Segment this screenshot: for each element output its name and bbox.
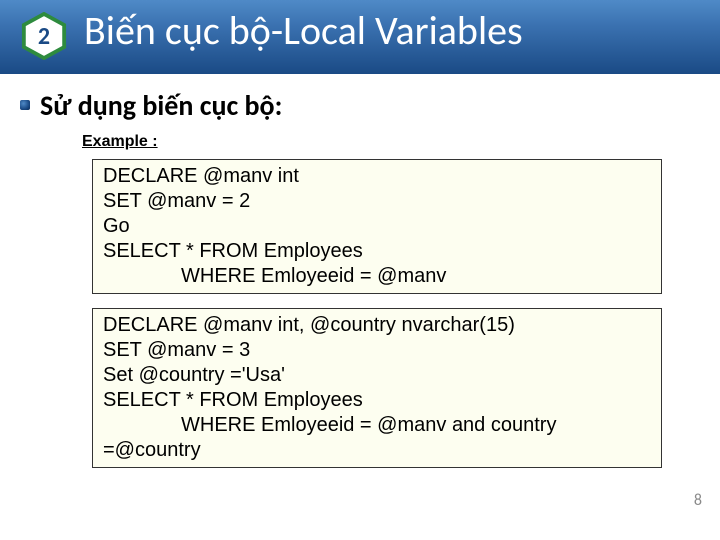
- code-block-1: DECLARE @manv int SET @manv = 2 Go SELEC…: [92, 159, 662, 294]
- code-line: DECLARE @manv int, @country nvarchar(15): [103, 313, 651, 338]
- code-line: =@country: [103, 438, 651, 463]
- bullet-row: Sử dụng biến cục bộ:: [20, 88, 700, 123]
- code-line: Set @country ='Usa': [103, 363, 651, 388]
- code-line: WHERE Emloyeeid = @manv: [103, 264, 651, 289]
- code-line: SELECT * FROM Employees: [103, 239, 651, 264]
- slide-body: Sử dụng biến cục bộ: Example : DECLARE @…: [20, 88, 700, 482]
- code-line: DECLARE @manv int: [103, 164, 651, 189]
- bullet-icon: [20, 100, 30, 110]
- example-label: Example :: [82, 133, 700, 151]
- section-number: 2: [20, 12, 68, 60]
- code-line: SET @manv = 3: [103, 338, 651, 363]
- page-number: 8: [694, 491, 702, 510]
- slide: 2 Biến cục bộ-Local Variables Sử dụng bi…: [0, 0, 720, 540]
- code-line: SELECT * FROM Employees: [103, 388, 651, 413]
- bullet-text: Sử dụng biến cục bộ:: [40, 88, 282, 123]
- code-block-2: DECLARE @manv int, @country nvarchar(15)…: [92, 308, 662, 468]
- slide-title: Biến cục bộ-Local Variables: [84, 6, 523, 55]
- code-line: Go: [103, 214, 651, 239]
- code-line: SET @manv = 2: [103, 189, 651, 214]
- code-line: WHERE Emloyeeid = @manv and country: [103, 413, 651, 438]
